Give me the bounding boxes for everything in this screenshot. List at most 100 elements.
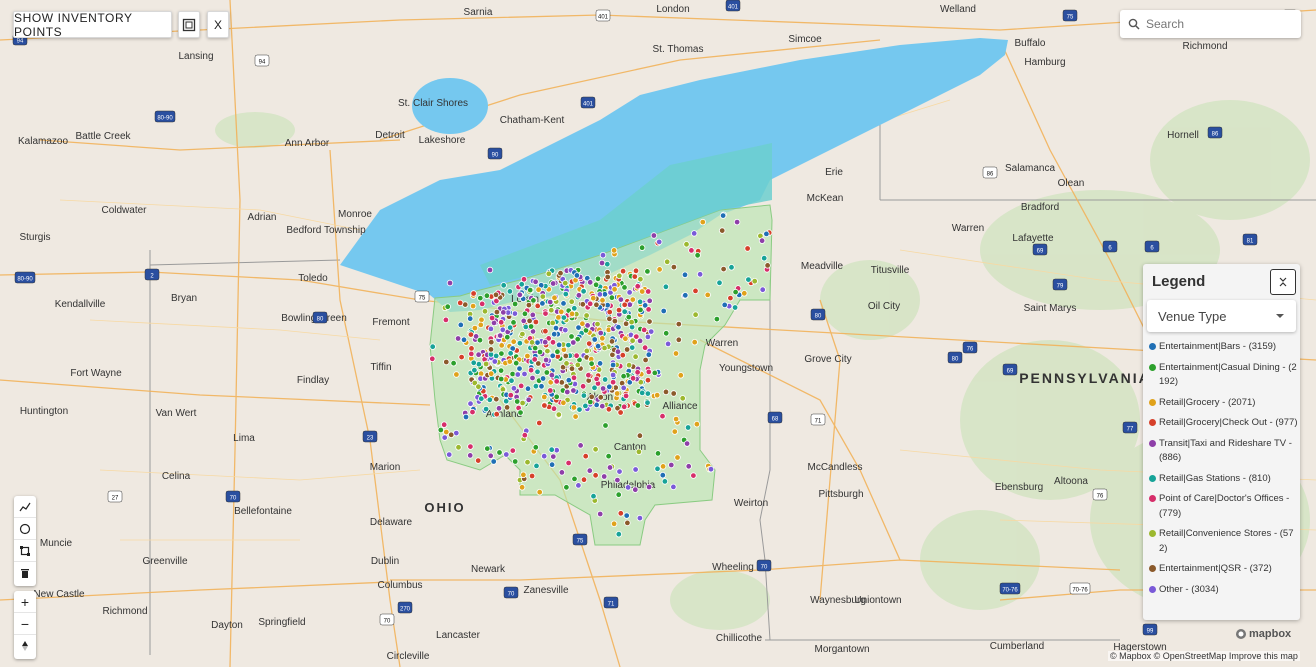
inventory-point[interactable] [694, 252, 701, 259]
inventory-point[interactable] [497, 332, 504, 339]
inventory-point[interactable] [580, 288, 587, 295]
inventory-point[interactable] [660, 307, 667, 315]
inventory-point[interactable] [604, 273, 611, 281]
inventory-point[interactable] [628, 318, 635, 326]
inventory-point[interactable] [636, 514, 644, 522]
inventory-point[interactable] [532, 344, 539, 352]
inventory-point[interactable] [541, 393, 548, 401]
inventory-point[interactable] [615, 306, 623, 314]
inventory-point[interactable] [609, 379, 617, 386]
inventory-point[interactable] [587, 279, 594, 286]
inventory-point[interactable] [529, 311, 536, 319]
inventory-point[interactable] [518, 382, 525, 390]
inventory-point[interactable] [659, 472, 666, 479]
inventory-point[interactable] [508, 377, 515, 384]
inventory-point[interactable] [590, 493, 597, 500]
inventory-point[interactable] [670, 390, 677, 397]
inventory-point[interactable] [751, 278, 758, 285]
legend-collapse-button[interactable] [1270, 269, 1296, 295]
inventory-point[interactable] [521, 370, 528, 378]
inventory-point[interactable] [596, 360, 604, 367]
inventory-point[interactable] [631, 273, 638, 280]
inventory-point[interactable] [562, 326, 569, 334]
inventory-point[interactable] [521, 432, 528, 439]
inventory-point[interactable] [503, 451, 510, 458]
legend-item[interactable]: Entertainment|QSR - (372) [1149, 562, 1299, 577]
inventory-point[interactable] [626, 289, 633, 296]
inventory-point[interactable] [548, 461, 556, 468]
inventory-point[interactable] [568, 365, 576, 372]
legend-item[interactable]: Other - (3034) [1149, 583, 1299, 598]
inventory-point[interactable] [601, 344, 608, 352]
inventory-point[interactable] [467, 400, 474, 407]
inventory-point[interactable] [594, 320, 601, 328]
inventory-point[interactable] [574, 361, 581, 369]
zoom-in-button[interactable]: + [14, 591, 36, 613]
inventory-point[interactable] [621, 403, 628, 410]
inventory-point[interactable] [763, 230, 770, 238]
inventory-point[interactable] [599, 403, 606, 410]
inventory-point[interactable] [539, 300, 546, 307]
inventory-point[interactable] [467, 443, 474, 450]
inventory-point[interactable] [560, 346, 568, 353]
inventory-point[interactable] [496, 449, 503, 456]
draw-circle-tool[interactable] [14, 518, 36, 540]
inventory-point[interactable] [516, 340, 524, 347]
inventory-point[interactable] [514, 398, 521, 405]
inventory-point[interactable] [727, 294, 734, 302]
inventory-point[interactable] [487, 325, 495, 333]
inventory-point[interactable] [551, 294, 558, 301]
inventory-point[interactable] [493, 308, 501, 316]
inventory-point[interactable] [615, 491, 622, 498]
inventory-point[interactable] [601, 473, 608, 480]
inventory-point[interactable] [560, 300, 567, 307]
inventory-point[interactable] [614, 348, 622, 355]
inventory-point[interactable] [693, 421, 701, 428]
inventory-point[interactable] [629, 296, 636, 303]
inventory-point[interactable] [577, 442, 584, 449]
inventory-point[interactable] [684, 424, 692, 431]
inventory-point[interactable] [609, 371, 617, 379]
inventory-point[interactable] [590, 295, 597, 302]
inventory-point[interactable] [570, 339, 577, 346]
inventory-point[interactable] [636, 298, 644, 305]
inventory-point[interactable] [500, 309, 507, 316]
show-inventory-points-button[interactable]: SHOW INVENTORY POINTS [13, 11, 172, 39]
inventory-point[interactable] [568, 298, 575, 305]
inventory-point[interactable] [498, 375, 505, 383]
inventory-point[interactable] [444, 303, 451, 310]
inventory-point[interactable] [471, 367, 478, 374]
inventory-point[interactable] [511, 300, 519, 308]
delete-shape-tool[interactable] [14, 562, 36, 584]
inventory-point[interactable] [605, 453, 612, 460]
inventory-point[interactable] [637, 306, 644, 314]
inventory-point[interactable] [644, 268, 651, 275]
inventory-point[interactable] [490, 458, 497, 465]
inventory-point[interactable] [616, 272, 623, 279]
inventory-point[interactable] [645, 306, 652, 313]
inventory-point[interactable] [477, 321, 484, 329]
inventory-point[interactable] [586, 340, 593, 347]
inventory-point[interactable] [656, 266, 663, 273]
inventory-point[interactable] [527, 367, 535, 374]
inventory-point[interactable] [516, 365, 523, 372]
inventory-point[interactable] [468, 350, 475, 358]
inventory-point[interactable] [664, 258, 671, 265]
inventory-point[interactable] [558, 308, 565, 315]
inventory-point[interactable] [524, 352, 531, 360]
inventory-point[interactable] [470, 290, 477, 297]
inventory-point[interactable] [563, 484, 570, 491]
inventory-point[interactable] [468, 345, 475, 352]
legend-item[interactable]: Retail|Grocery|Check Out - (977) [1149, 416, 1299, 431]
inventory-point[interactable] [621, 284, 628, 291]
inventory-point[interactable] [507, 392, 514, 399]
inventory-point[interactable] [506, 288, 514, 295]
inventory-point[interactable] [571, 475, 578, 483]
inventory-point[interactable] [645, 483, 653, 491]
inventory-point[interactable] [486, 396, 493, 403]
basemap[interactable]: Sarnia London Welland Buffalo Richmond Lansin… [0, 0, 1316, 667]
inventory-point[interactable] [524, 385, 532, 392]
inventory-point[interactable] [482, 360, 490, 368]
inventory-point[interactable] [623, 346, 631, 353]
inventory-point[interactable] [593, 301, 600, 308]
